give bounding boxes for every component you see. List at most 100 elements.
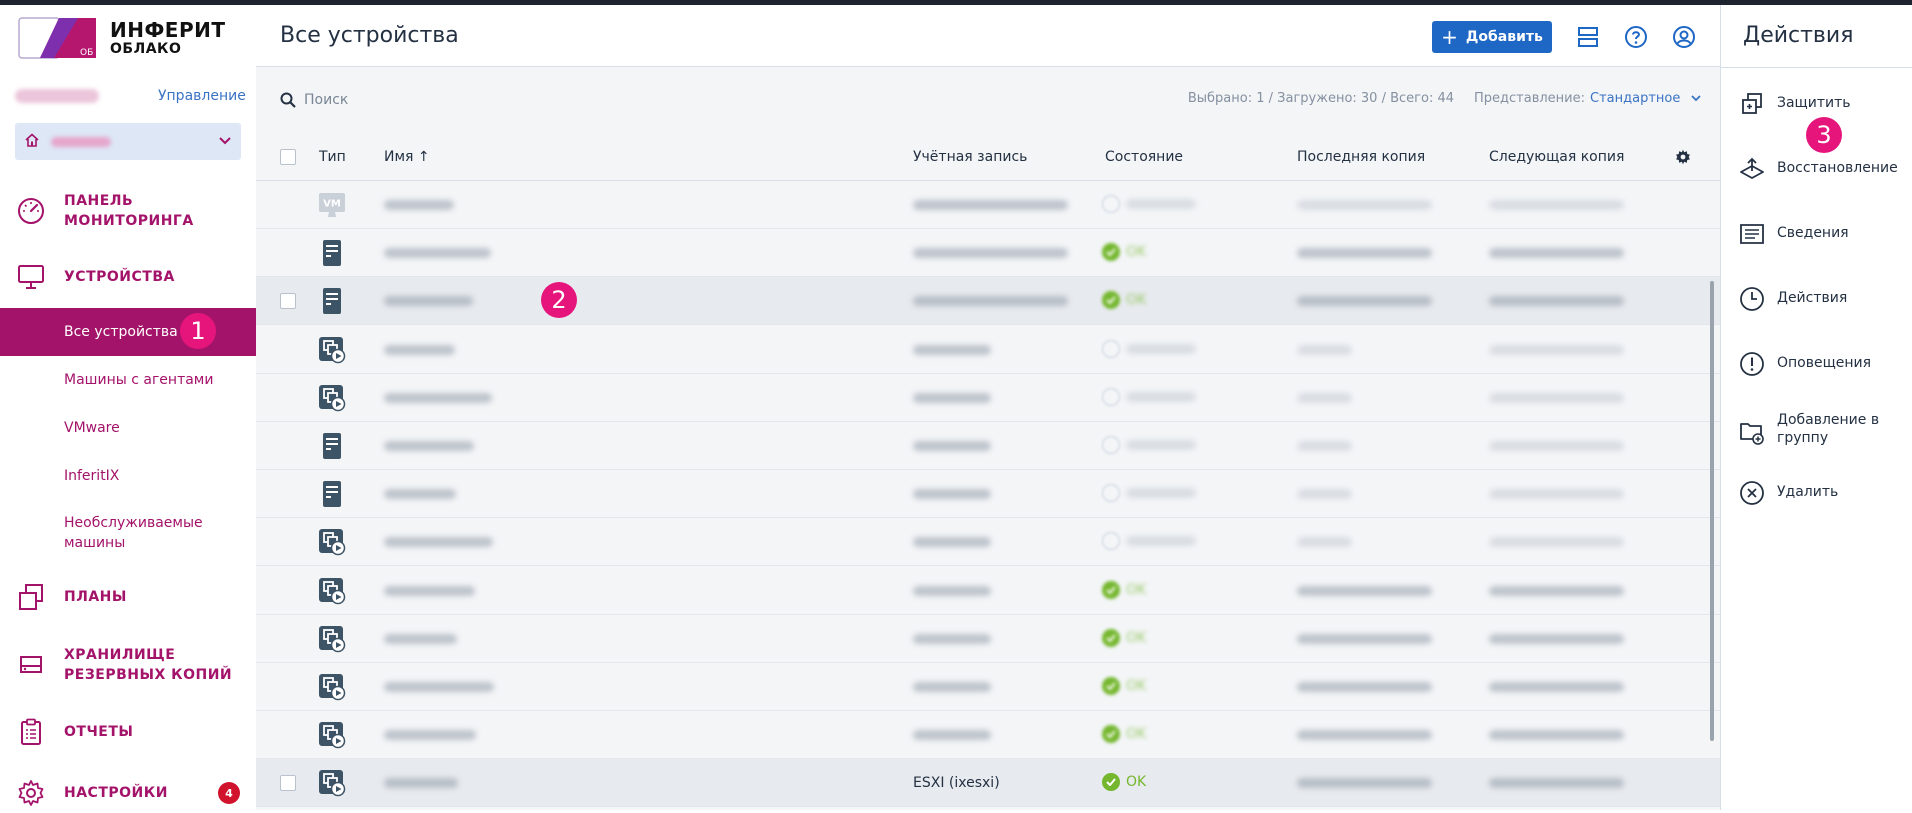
nav-storage-label: ХРАНИЛИЩЕ РЕЗЕРВНЫХ КОПИЙ	[64, 647, 233, 683]
action-details-label: Сведения	[1777, 225, 1849, 241]
table-scrollbar[interactable]	[1710, 281, 1714, 741]
table-toolbar: Выбрано: 1 / Загружено: 30 / Всего: 44 П…	[256, 67, 1720, 133]
subnav-unmanaged-label: Необслуживаемые машины	[64, 515, 203, 551]
action-recover[interactable]: Восстановление	[1721, 148, 1912, 188]
nav-devices[interactable]: УСТРОЙСТВА	[0, 255, 256, 299]
table-row[interactable]: ESXI (ixesxi) OK	[256, 759, 1720, 808]
device-name	[384, 200, 454, 210]
last-backup-cell	[1297, 344, 1352, 355]
marker-2: 2	[541, 282, 577, 318]
chevron-down-icon	[1690, 95, 1701, 102]
manage-link[interactable]: Управление	[158, 88, 246, 104]
action-add-to-group[interactable]: Добавление в группу	[1721, 407, 1912, 455]
no-protection-icon	[1102, 387, 1120, 406]
table-header: Тип Имя ↑ Учётная запись Состояние После…	[256, 133, 1720, 181]
nav-settings[interactable]: НАСТРОЙКИ 4	[0, 773, 256, 813]
table-row[interactable]	[256, 470, 1720, 519]
status-cell: OK	[1102, 628, 1146, 647]
action-activities-label: Действия	[1777, 290, 1848, 306]
status-cell	[1102, 436, 1196, 454]
table-row[interactable]: OK	[256, 663, 1720, 711]
table-row[interactable]	[256, 326, 1720, 374]
subnav-inferitix[interactable]: InferitIX	[0, 452, 256, 500]
status-text: OK	[1126, 581, 1147, 598]
status-text: OK	[1126, 774, 1147, 791]
table-row[interactable]	[256, 518, 1720, 567]
ok-status-icon	[1102, 725, 1120, 744]
vm-icon: VM	[318, 191, 346, 219]
protect-icon	[1742, 93, 1762, 114]
alert-icon	[1740, 352, 1764, 376]
status-text	[1126, 343, 1196, 354]
nav-plans-label: ПЛАНЫ	[64, 589, 127, 605]
last-backup-cell	[1297, 633, 1432, 644]
view-selector[interactable]: Стандартное	[1590, 91, 1701, 106]
status-cell: OK	[1102, 243, 1147, 262]
table-row[interactable]: OK	[256, 615, 1720, 663]
column-account[interactable]: Учётная запись	[913, 149, 1027, 165]
table-row[interactable]: OK	[256, 711, 1720, 760]
search-icon	[280, 92, 296, 108]
nav-dashboard[interactable]: ПАНЕЛЬ МОНИТОРИНГА	[0, 183, 256, 239]
column-state[interactable]: Состояние	[1105, 149, 1183, 165]
subnav-agent-machines[interactable]: Машины с агентами	[0, 356, 256, 404]
add-button[interactable]: + Добавить	[1432, 21, 1552, 53]
action-delete[interactable]: Удалить	[1721, 472, 1912, 512]
table-row[interactable]: OK	[256, 229, 1720, 278]
no-protection-icon	[1102, 532, 1120, 551]
row-checkbox[interactable]	[280, 293, 296, 310]
marker-1: 1	[180, 313, 216, 349]
home-icon	[25, 132, 43, 151]
nav-reports[interactable]: ОТЧЕТЫ	[0, 710, 256, 754]
action-activities[interactable]: Действия	[1721, 278, 1912, 318]
account-cell	[913, 344, 991, 355]
last-backup-cell	[1297, 778, 1432, 789]
ok-status-icon	[1102, 243, 1120, 262]
gear-icon[interactable]	[1674, 148, 1692, 166]
table-row[interactable]: OK	[256, 567, 1720, 615]
column-type[interactable]: Тип	[319, 149, 346, 165]
last-backup-cell	[1297, 682, 1432, 692]
next-backup-cell	[1489, 248, 1624, 259]
user-account-icon[interactable]	[1672, 25, 1696, 49]
no-protection-icon	[1102, 195, 1120, 213]
column-last-backup[interactable]: Последняя копия	[1297, 149, 1425, 165]
status-cell: OK	[1102, 580, 1147, 599]
layout-toggle-icon[interactable]	[1576, 25, 1600, 49]
subnav-unmanaged[interactable]: Необслуживаемые машины	[0, 505, 256, 561]
subnav-vmware[interactable]: VMware	[0, 404, 256, 452]
brand-name-line2: ОБЛАКО	[110, 41, 182, 57]
help-icon[interactable]	[1624, 25, 1648, 49]
row-checkbox[interactable]	[280, 775, 296, 792]
status-text	[1126, 440, 1196, 450]
table-row[interactable]: OK	[256, 277, 1720, 326]
next-backup-cell	[1489, 392, 1624, 403]
tenant-selector[interactable]	[15, 123, 241, 160]
search-input[interactable]	[304, 87, 604, 113]
action-alerts[interactable]: Оповещения	[1721, 343, 1912, 383]
table-row[interactable]	[256, 422, 1720, 470]
action-delete-label: Удалить	[1777, 484, 1839, 500]
delete-icon	[1740, 481, 1764, 505]
next-backup-cell	[1489, 585, 1624, 596]
table-row[interactable]: VM	[256, 181, 1720, 229]
tenant-selected-value	[51, 136, 111, 147]
nav-plans[interactable]: ПЛАНЫ	[0, 577, 256, 617]
action-protect[interactable]: Защитить	[1721, 83, 1912, 123]
nav-storage[interactable]: ХРАНИЛИЩЕ РЕЗЕРВНЫХ КОПИЙ	[0, 637, 256, 693]
recover-icon	[1740, 157, 1764, 179]
gear-icon	[18, 780, 44, 806]
subnav-all-devices[interactable]: Все устройства	[0, 308, 256, 356]
select-all-checkbox[interactable]	[280, 149, 296, 165]
table-row[interactable]	[256, 374, 1720, 422]
action-details[interactable]: Сведения	[1721, 213, 1912, 253]
next-backup-cell	[1489, 489, 1624, 500]
account-cell	[913, 489, 991, 500]
server-icon	[318, 287, 346, 315]
column-next-backup[interactable]: Следующая копия	[1489, 149, 1624, 165]
status-text: OK	[1126, 244, 1147, 261]
vm-agent-icon	[318, 336, 346, 364]
vm-agent-icon	[318, 673, 346, 701]
column-name[interactable]: Имя ↑	[384, 149, 430, 165]
vm-agent-icon	[318, 528, 346, 556]
